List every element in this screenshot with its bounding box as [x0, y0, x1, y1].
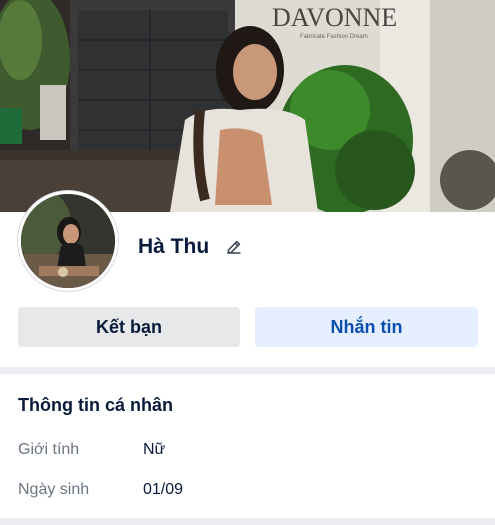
edit-pencil-icon[interactable]: [225, 238, 243, 256]
personal-info-title: Thông tin cá nhân: [18, 395, 173, 415]
profile-name: Hà Thu: [138, 235, 210, 258]
send-message-button[interactable]: Nhắn tin: [255, 307, 478, 347]
gender-value: Nữ: [143, 441, 166, 458]
section-divider: [0, 367, 495, 374]
cover-sign-subtext: Fabricate Fashion Dream: [300, 34, 368, 40]
avatar[interactable]: [18, 191, 118, 291]
birthday-label: Ngày sinh: [18, 481, 90, 498]
add-friend-button[interactable]: Kết bạn: [18, 307, 240, 347]
cover-image: DAVONNE Fabricate Fashion Dream: [0, 0, 495, 212]
cover-sign-text: DAVONNE: [272, 3, 397, 32]
birthday-value: 01/09: [143, 481, 184, 498]
gender-label: Giới tính: [18, 441, 80, 458]
cover-photo[interactable]: DAVONNE Fabricate Fashion Dream: [0, 0, 495, 212]
bottom-divider: [0, 518, 495, 525]
avatar-image: [21, 194, 115, 288]
